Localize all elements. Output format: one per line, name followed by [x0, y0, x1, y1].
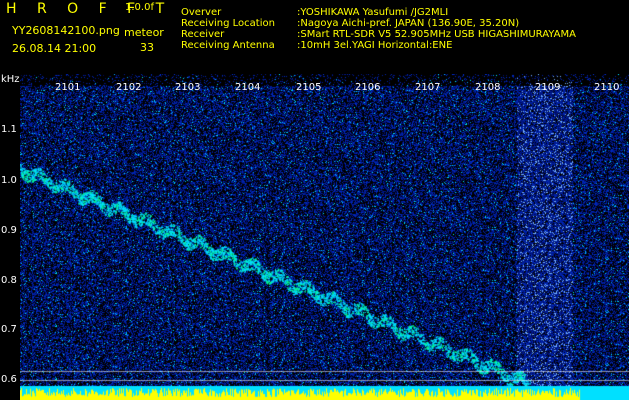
y-tick-label: 1.1 — [1, 124, 17, 135]
spectrogram-panel: kHz 1.1 1.0 0.9 0.8 0.7 0.6 2101 2102 21… — [0, 74, 629, 400]
x-tick-label: 2108 — [475, 82, 501, 93]
y-tick-label: 0.8 — [1, 275, 17, 286]
x-tick-label: 2109 — [535, 82, 561, 93]
info-value: :Nagoya Aichi-pref. JAPAN (136.90E, 35.2… — [297, 18, 520, 29]
info-row-receiver: Receiver :SMart RTL-SDR V5 52.905MHz USB … — [181, 29, 576, 40]
version-label: 1.0.0f — [125, 2, 154, 13]
info-label: Receiving Location — [181, 18, 275, 29]
spectrogram-canvas — [20, 74, 629, 400]
x-tick-label: 2110 — [594, 82, 620, 93]
info-label: Overver — [181, 7, 222, 18]
y-tick-label: 0.6 — [1, 374, 17, 385]
info-value: :YOSHIKAWA Yasufumi /JG2MLI — [297, 7, 449, 18]
info-row-antenna: Receiving Antenna :10mH 3el.YAGI Horizont… — [181, 40, 452, 51]
y-axis: kHz 1.1 1.0 0.9 0.8 0.7 0.6 — [0, 74, 20, 400]
info-label: Receiving Antenna — [181, 40, 275, 51]
info-value: :SMart RTL-SDR V5 52.905MHz USB HIGASHIM… — [297, 29, 576, 40]
datetime-label: 26.08.14 21:00 — [12, 42, 97, 55]
info-row-location: Receiving Location :Nagoya Aichi-pref. JA… — [181, 18, 519, 29]
y-tick-label: 0.9 — [1, 225, 17, 236]
y-unit-label: kHz — [1, 74, 20, 85]
x-tick-label: 2104 — [235, 82, 261, 93]
x-tick-label: 2106 — [355, 82, 381, 93]
filename-label: YY2608142100.png — [12, 24, 120, 37]
y-tick-label: 1.0 — [1, 175, 17, 186]
meteor-label: meteor — [124, 26, 164, 39]
info-label: Receiver — [181, 29, 225, 40]
info-row-observer: Overver :YOSHIKAWA Yasufumi /JG2MLI — [181, 7, 448, 18]
y-tick-label: 0.7 — [1, 324, 17, 335]
header: H R O F F T 1.0.0f YY2608142100.png 26.0… — [0, 0, 629, 74]
x-tick-label: 2102 — [116, 82, 142, 93]
x-tick-label: 2107 — [415, 82, 441, 93]
info-value: :10mH 3el.YAGI Horizontal:ENE — [297, 40, 453, 51]
x-tick-label: 2101 — [55, 82, 81, 93]
x-tick-label: 2103 — [175, 82, 201, 93]
meteor-count: 33 — [140, 41, 154, 54]
x-tick-label: 2105 — [296, 82, 322, 93]
